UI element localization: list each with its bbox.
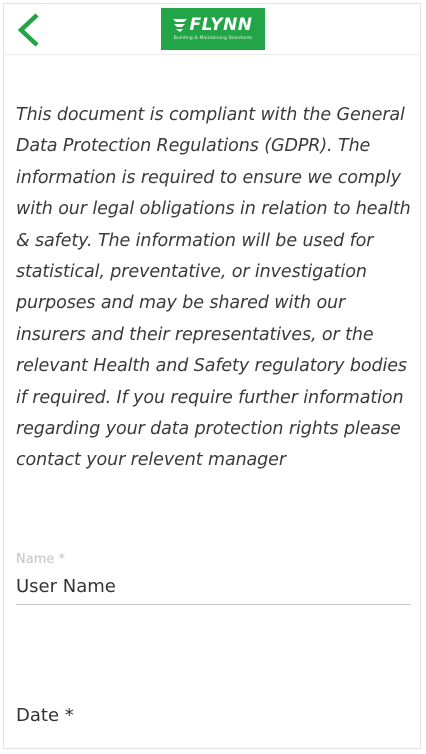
app-screen: FLYNN Building & Maintaining Standards T…	[3, 3, 421, 749]
chevron-left-icon	[17, 13, 39, 47]
logo-chevron-icon	[173, 19, 188, 32]
gdpr-notice: This document is compliant with the Gene…	[16, 105, 411, 471]
back-button[interactable]	[10, 10, 46, 50]
logo-tagline: Building & Maintaining Standards	[173, 35, 253, 41]
name-input[interactable]	[16, 576, 411, 605]
logo-mark: FLYNN	[173, 14, 253, 35]
app-header: FLYNN Building & Maintaining Standards	[4, 4, 420, 55]
name-field-group: Name *	[16, 552, 411, 605]
flynn-logo: FLYNN Building & Maintaining Standards	[161, 8, 265, 50]
name-label: Name *	[16, 552, 65, 567]
date-label[interactable]: Date *	[16, 704, 74, 728]
logo-wordmark: FLYNN	[189, 14, 253, 35]
